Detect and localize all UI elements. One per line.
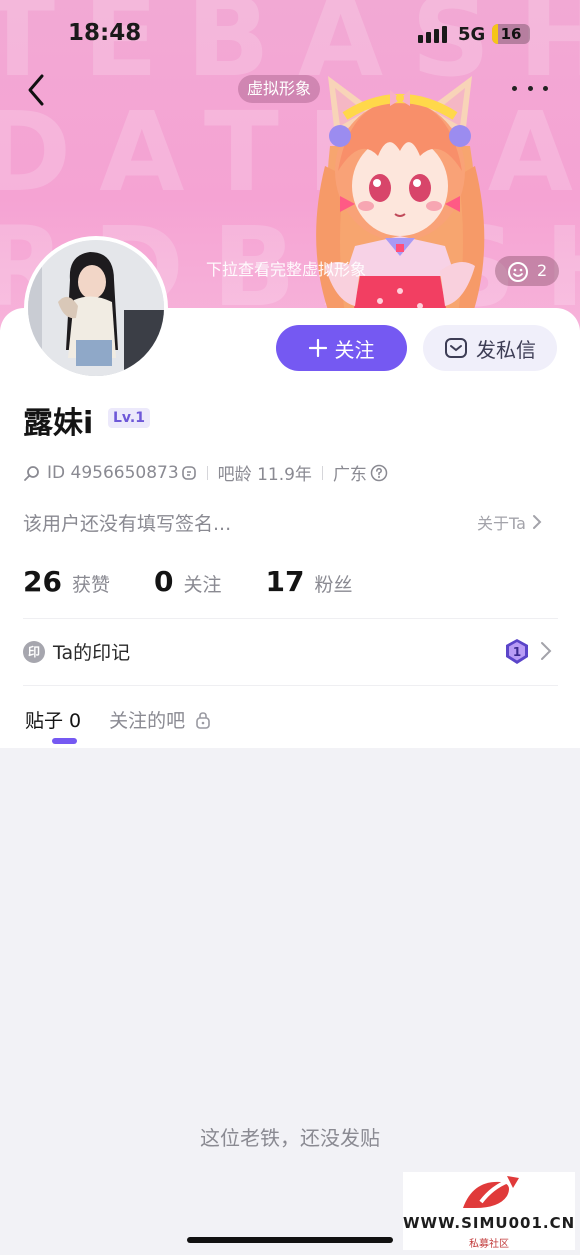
fans-count: 17	[265, 565, 305, 598]
tab-active-indicator	[52, 738, 77, 744]
network-type: 5G	[458, 24, 486, 45]
mark-icon: 印	[23, 640, 45, 663]
stat-likes[interactable]: 26 获赞	[23, 565, 110, 598]
watermark-logo	[463, 1176, 519, 1208]
battery-icon: 16	[492, 24, 530, 44]
help-icon[interactable]	[370, 464, 388, 482]
back-icon	[28, 74, 44, 106]
about-ta-label: 关于Ta	[477, 514, 526, 533]
location: 广东	[332, 465, 367, 485]
stat-following[interactable]: 0 关注	[154, 565, 222, 598]
follow-label: 关注	[334, 337, 375, 362]
mark-badge-number: 1	[513, 645, 521, 659]
avatar[interactable]	[24, 236, 168, 380]
battery-level: 16	[500, 25, 522, 43]
divider	[321, 465, 323, 480]
reaction-count: 2	[537, 261, 548, 280]
about-ta-link[interactable]: 关于Ta	[477, 510, 542, 534]
profile-tabs: 贴子 0 关注的吧	[25, 706, 211, 733]
avatar-reaction-button[interactable]: 2	[495, 256, 559, 286]
avatar-photo	[28, 240, 164, 376]
user-id: ID 4956650873	[47, 462, 179, 483]
mark-badge-icon[interactable]: 1	[504, 638, 530, 666]
status-bar: 18:48 5G 16	[0, 0, 580, 66]
likes-count: 26	[23, 565, 62, 598]
profile-meta-row: ID 4956650873 吧龄 11.9年 广东	[23, 460, 388, 485]
tab-followed-bars[interactable]: 关注的吧	[109, 706, 211, 733]
back-button[interactable]	[22, 72, 54, 108]
watermark: WWW.SIMU001.CN 私募社区	[403, 1172, 575, 1250]
pull-hint: 下拉查看完整虚拟形象	[206, 260, 367, 279]
username: 露妹i	[23, 406, 94, 441]
more-icon	[512, 85, 517, 91]
divider	[23, 685, 558, 686]
likes-label: 获赞	[71, 574, 110, 596]
divider	[23, 618, 558, 619]
smile-icon	[508, 262, 528, 282]
message-label: 发私信	[476, 337, 536, 362]
message-button[interactable]: 发私信	[423, 325, 557, 371]
virtual-avatar-illustration	[316, 76, 485, 330]
chevron-right-icon[interactable]	[540, 641, 552, 661]
lock-icon	[196, 711, 210, 729]
plus-icon	[308, 339, 327, 357]
signature: 该用户还没有填写签名...	[23, 513, 232, 535]
mail-icon	[445, 338, 467, 358]
tab-followed-bars-label: 关注的吧	[109, 710, 186, 732]
more-button[interactable]	[512, 80, 548, 96]
tab-posts[interactable]: 贴子 0	[25, 706, 81, 733]
status-time: 18:48	[68, 20, 142, 46]
level-badge[interactable]: Lv.1	[108, 408, 150, 428]
search-icon	[24, 465, 39, 481]
following-label: 关注	[183, 574, 222, 596]
ta-marks-row[interactable]: 印 Ta的印记	[23, 638, 130, 665]
home-indicator[interactable]	[187, 1237, 393, 1243]
stats-row: 26 获赞 0 关注 17 粉丝	[23, 565, 396, 598]
empty-state-text: 这位老铁，还没发贴	[200, 1126, 380, 1150]
watermark-subtitle: 私募社区	[469, 1239, 509, 1250]
fans-label: 粉丝	[314, 574, 353, 596]
follow-button[interactable]: 关注	[276, 325, 407, 371]
divider	[206, 465, 208, 480]
virtual-avatar-tag[interactable]: 虚拟形象	[238, 75, 321, 103]
bar-age: 吧龄 11.9年	[217, 465, 312, 485]
marks-label: Ta的印记	[53, 642, 131, 664]
watermark-text: WWW.SIMU001.CN	[403, 1214, 576, 1232]
signal-icon	[418, 26, 447, 43]
stat-fans[interactable]: 17 粉丝	[265, 565, 352, 598]
following-count: 0	[153, 565, 174, 598]
chevron-right-icon	[532, 515, 542, 529]
copy-icon[interactable]	[181, 465, 197, 481]
